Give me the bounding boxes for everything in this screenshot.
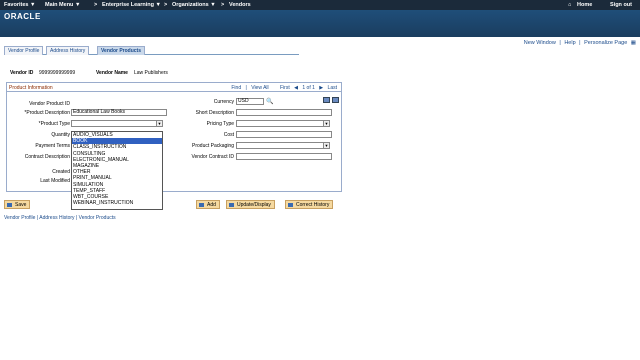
product-packaging-label: Product Packaging	[192, 143, 234, 149]
cost-input[interactable]	[236, 131, 332, 138]
vendor-contract-id-input[interactable]	[236, 153, 332, 160]
vendor-name-label: Vendor Name	[96, 70, 128, 76]
chevron-down-icon[interactable]: ▼	[323, 121, 329, 126]
add-row-button[interactable]	[323, 97, 330, 103]
update-icon	[229, 203, 234, 207]
tab-bar: Vendor Profile Address History Vendor Pr…	[4, 46, 299, 55]
search-icon[interactable]: 🔍	[266, 98, 273, 105]
top-navigation-bar: Favorites ▼ Main Menu ▼ > Enterprise Lea…	[0, 0, 640, 10]
chevron-down-icon[interactable]: ▼	[156, 121, 162, 126]
bottom-links: Vendor Profile | Address History | Vendo…	[4, 215, 116, 221]
save-button[interactable]: Save	[4, 200, 31, 209]
view-all-link[interactable]: View All	[251, 85, 268, 91]
address-history-link[interactable]: Address History	[39, 215, 74, 221]
correct-history-button[interactable]: Correct History	[285, 200, 334, 209]
page-options-icon[interactable]: ▦	[631, 40, 636, 46]
short-description-label: Short Description	[195, 110, 234, 116]
main-menu[interactable]: Main Menu ▼	[45, 2, 80, 8]
home-link[interactable]: Home	[577, 2, 592, 8]
organizations-menu[interactable]: Organizations ▼	[172, 2, 216, 8]
contract-description-label: Contract Description	[24, 154, 70, 160]
created-label: Created	[52, 169, 70, 175]
previous-icon[interactable]: ◀	[294, 85, 298, 91]
last-link[interactable]: Last	[328, 85, 337, 91]
short-description-input[interactable]	[236, 109, 332, 116]
add-button[interactable]: Add	[196, 200, 220, 209]
cost-label: Cost	[223, 132, 234, 138]
link-separator: |	[36, 215, 39, 221]
enterprise-learning-menu[interactable]: Enterprise Learning ▼	[102, 2, 161, 8]
dropdown-option[interactable]: WEBINAR_INSTRUCTION	[72, 200, 162, 206]
currency-input[interactable]: USD	[236, 98, 264, 105]
vendor-profile-link[interactable]: Vendor Profile	[4, 215, 35, 221]
history-icon	[288, 203, 293, 207]
home-icon[interactable]: ⌂	[568, 2, 571, 8]
panel-title: Product Information	[9, 85, 53, 91]
link-separator: |	[579, 40, 581, 46]
product-packaging-select[interactable]: ▼	[236, 142, 330, 149]
add-icon	[199, 203, 204, 207]
tab-vendor-products[interactable]: Vendor Products	[97, 46, 146, 55]
breadcrumb-separator: >	[164, 2, 168, 8]
currency-label: Currency	[213, 99, 234, 105]
product-type-dropdown-list: AUDIO_VISUALS BOOK CLASS_INSTRUCTION CON…	[71, 131, 163, 210]
update-display-button[interactable]: Update/Display	[226, 200, 275, 209]
vendors-breadcrumb[interactable]: Vendors	[229, 2, 251, 8]
pricing-type-label: Pricing Type	[206, 121, 234, 127]
quantity-label: Quantity	[51, 132, 70, 138]
pricing-type-select[interactable]: ▼	[236, 120, 330, 127]
favorites-menu[interactable]: Favorites ▼	[4, 2, 35, 8]
product-type-label: *Product Type	[38, 121, 70, 127]
breadcrumb-separator: >	[221, 2, 225, 8]
find-link[interactable]: Find	[231, 85, 241, 91]
link-separator: |	[75, 215, 78, 221]
first-link[interactable]: First	[280, 85, 290, 91]
row-count: 1 of 1	[302, 85, 315, 91]
next-icon[interactable]: ▶	[319, 85, 323, 91]
chevron-down-icon[interactable]: ▼	[323, 143, 329, 148]
save-icon	[7, 203, 12, 207]
page-links: New Window | Help | Personalize Page ▦	[522, 40, 636, 46]
delete-row-button[interactable]	[332, 97, 339, 103]
panel-header: Product Information Find | View All Firs…	[7, 83, 341, 92]
sign-out-link[interactable]: Sign out	[610, 2, 632, 8]
vendor-products-link[interactable]: Vendor Products	[79, 215, 116, 221]
link-separator: |	[559, 40, 561, 46]
personalize-page-link[interactable]: Personalize Page	[584, 40, 627, 46]
header-banner	[0, 10, 640, 37]
breadcrumb-separator: >	[94, 2, 98, 8]
vendor-name-value: Law Publishers	[134, 70, 168, 76]
product-type-select[interactable]: ▼	[71, 120, 163, 127]
link-separator: |	[245, 85, 247, 91]
new-window-link[interactable]: New Window	[524, 40, 556, 46]
help-link[interactable]: Help	[564, 40, 575, 46]
product-description-label: *Product Description	[24, 110, 70, 116]
oracle-logo: ORACLE	[4, 12, 41, 21]
tab-address-history[interactable]: Address History	[46, 46, 90, 55]
tab-vendor-profile[interactable]: Vendor Profile	[4, 46, 44, 55]
last-modified-label: Last Modified	[40, 178, 70, 184]
payment-terms-label: Payment Terms	[35, 143, 70, 149]
vendor-id-label: Vendor ID	[10, 70, 34, 76]
product-description-input[interactable]: Educational Law Books	[71, 109, 167, 116]
panel-navigation: Find | View All First ◀ 1 of 1 ▶ Last	[228, 85, 337, 91]
vendor-id-value: 9999999999999	[39, 70, 76, 76]
vendor-product-id-label: Vendor Product ID	[29, 101, 70, 107]
vendor-contract-id-label: Vendor Contract ID	[191, 154, 234, 160]
